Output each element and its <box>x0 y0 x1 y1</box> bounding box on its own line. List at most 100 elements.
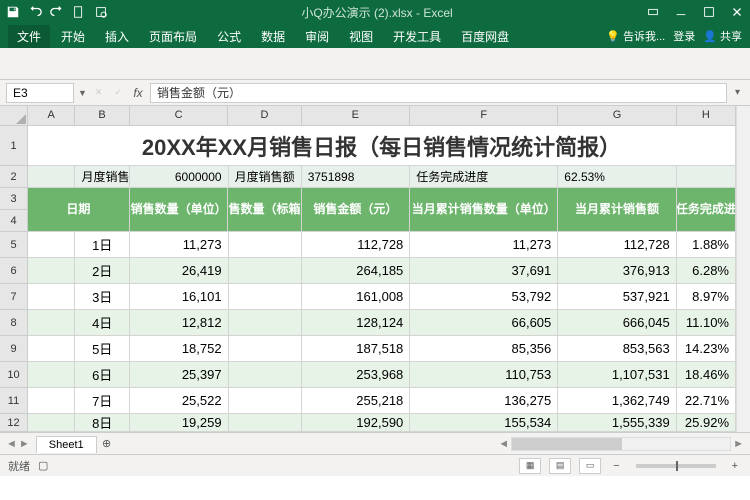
cell[interactable]: 18,752 <box>130 336 229 362</box>
cell[interactable] <box>229 388 302 414</box>
cell[interactable] <box>229 336 302 362</box>
cell[interactable] <box>28 258 75 284</box>
zoom-in-button[interactable]: + <box>728 460 742 472</box>
cell[interactable] <box>28 166 75 188</box>
cell[interactable]: 187,518 <box>302 336 411 362</box>
cell[interactable]: 53,792 <box>410 284 558 310</box>
cell[interactable]: 136,275 <box>410 388 558 414</box>
cell[interactable]: 3日 <box>75 284 129 310</box>
cell[interactable]: 1,362,749 <box>558 388 676 414</box>
col-header[interactable]: F <box>410 106 558 126</box>
row-header[interactable]: 1 <box>0 126 27 166</box>
tab-data[interactable]: 数据 <box>252 25 294 48</box>
sheet-nav-next-icon[interactable]: ► <box>19 438 30 450</box>
save-icon[interactable] <box>6 5 20 19</box>
cell[interactable]: 8日 <box>75 414 129 432</box>
row-header[interactable]: 5 <box>0 232 27 258</box>
maximize-icon[interactable] <box>702 5 716 19</box>
cell[interactable] <box>28 284 75 310</box>
minimize-icon[interactable] <box>674 5 688 19</box>
cell[interactable]: 2日 <box>75 258 129 284</box>
cell[interactable]: 37,691 <box>410 258 558 284</box>
cell[interactable] <box>229 310 302 336</box>
cell[interactable]: 8.97% <box>677 284 736 310</box>
row-header[interactable]: 11 <box>0 388 27 414</box>
col-header[interactable]: C <box>130 106 229 126</box>
cell[interactable] <box>28 362 75 388</box>
cell[interactable]: 85,356 <box>410 336 558 362</box>
col-header[interactable]: G <box>558 106 676 126</box>
normal-view-button[interactable]: ▦ <box>519 458 541 474</box>
cell[interactable]: 19,259 <box>130 414 229 432</box>
cell[interactable]: 1.88% <box>677 232 736 258</box>
name-box-dropdown-icon[interactable]: ▼ <box>78 88 87 98</box>
cell[interactable]: 110,753 <box>410 362 558 388</box>
fx-icon[interactable]: fx <box>130 86 146 100</box>
table-header[interactable]: 当月累计销售数量（单位） <box>410 188 558 232</box>
cell[interactable] <box>229 258 302 284</box>
cell[interactable]: 112,728 <box>558 232 676 258</box>
cell[interactable]: 5日 <box>75 336 129 362</box>
col-header[interactable]: B <box>75 106 129 126</box>
row-header[interactable]: 6 <box>0 258 27 284</box>
table-header[interactable]: 销售金额（元） <box>302 188 411 232</box>
macro-record-icon[interactable]: ▢ <box>38 459 48 472</box>
cell[interactable]: 26,419 <box>130 258 229 284</box>
select-all-corner[interactable] <box>0 106 27 126</box>
row-header[interactable]: 3 <box>0 188 27 210</box>
cell[interactable]: 25.92% <box>677 414 736 432</box>
col-header[interactable]: D <box>228 106 301 126</box>
cell[interactable]: 253,968 <box>302 362 411 388</box>
close-icon[interactable] <box>730 5 744 19</box>
formula-input[interactable] <box>150 83 727 103</box>
print-preview-icon[interactable] <box>94 5 108 19</box>
sheet-tab[interactable]: Sheet1 <box>36 436 97 453</box>
zoom-slider[interactable] <box>636 464 716 468</box>
cell[interactable]: 7日 <box>75 388 129 414</box>
cell[interactable]: 192,590 <box>302 414 411 432</box>
table-header[interactable]: 销售数量（标箱） <box>228 188 301 232</box>
cell[interactable]: 666,045 <box>558 310 676 336</box>
cell[interactable]: 112,728 <box>302 232 411 258</box>
cell[interactable]: 128,124 <box>302 310 411 336</box>
cell[interactable] <box>229 232 302 258</box>
cell[interactable]: 66,605 <box>410 310 558 336</box>
zoom-out-button[interactable]: − <box>609 460 623 472</box>
page-layout-view-button[interactable]: ▤ <box>549 458 571 474</box>
cancel-formula-icon[interactable]: ✕ <box>91 87 107 98</box>
cell[interactable] <box>28 310 75 336</box>
row-header[interactable]: 12 <box>0 414 27 432</box>
sheet-nav-prev-icon[interactable]: ◄ <box>6 438 17 450</box>
tab-home[interactable]: 开始 <box>52 25 94 48</box>
col-header[interactable]: A <box>28 106 75 126</box>
col-header[interactable]: H <box>677 106 736 126</box>
enter-formula-icon[interactable]: ✓ <box>110 87 126 98</box>
table-header[interactable]: 当月累计销售额 <box>558 188 676 232</box>
cell[interactable] <box>28 414 75 432</box>
report-title[interactable]: 20XX年XX月销售日报（每日销售情况统计简报） <box>28 126 736 166</box>
table-header[interactable]: 销售数量（单位） <box>130 188 229 232</box>
horizontal-scrollbar[interactable] <box>511 437 731 451</box>
row-header[interactable]: 8 <box>0 310 27 336</box>
row-header[interactable]: 2 <box>0 166 27 188</box>
redo-icon[interactable] <box>50 5 64 19</box>
tab-formulas[interactable]: 公式 <box>208 25 250 48</box>
col-header[interactable]: E <box>302 106 411 126</box>
cell[interactable]: 1日 <box>75 232 129 258</box>
cell[interactable]: 376,913 <box>558 258 676 284</box>
row-header[interactable]: 4 <box>0 210 27 232</box>
cell[interactable]: 16,101 <box>130 284 229 310</box>
row-header[interactable]: 9 <box>0 336 27 362</box>
cell[interactable]: 12,812 <box>130 310 229 336</box>
hscroll-right-icon[interactable]: ► <box>733 438 744 450</box>
cell[interactable]: 22.71% <box>677 388 736 414</box>
cell[interactable]: 537,921 <box>558 284 676 310</box>
cell[interactable] <box>28 336 75 362</box>
cell[interactable]: 4日 <box>75 310 129 336</box>
row-header[interactable]: 10 <box>0 362 27 388</box>
cell[interactable]: 11,273 <box>130 232 229 258</box>
cell[interactable]: 月度销售任务 <box>75 166 129 188</box>
cell[interactable]: 11,273 <box>410 232 558 258</box>
tab-dev[interactable]: 开发工具 <box>384 25 450 48</box>
share-button[interactable]: 👤 共享 <box>703 28 742 44</box>
